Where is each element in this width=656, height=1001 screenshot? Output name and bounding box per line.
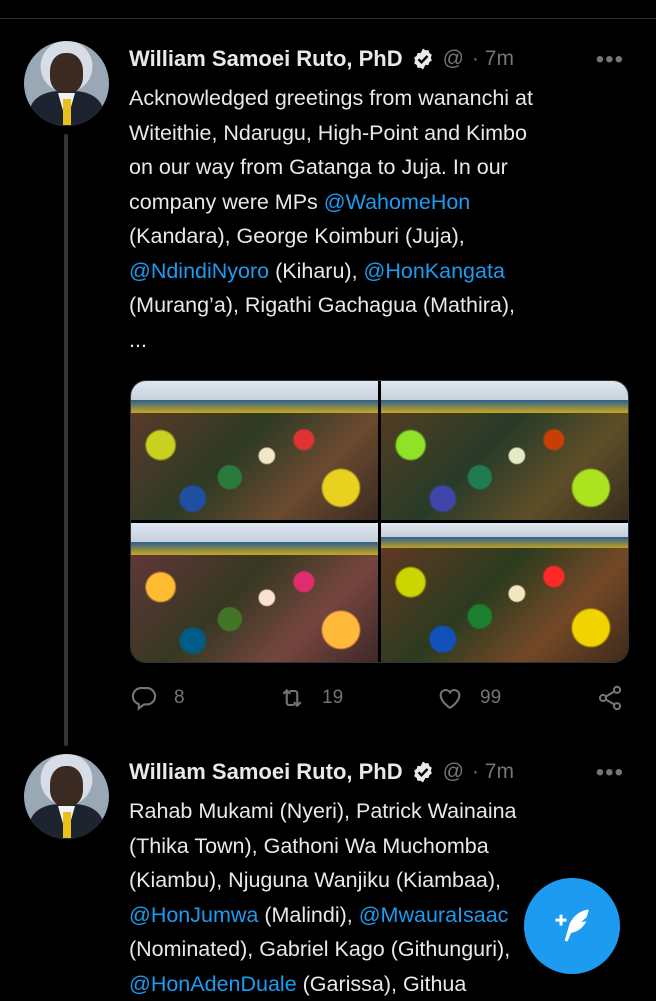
tweet-text-line: Rahab Mukami (Nyeri), Patrick Wainaina xyxy=(129,794,629,829)
verified-badge-icon xyxy=(411,760,435,784)
tweet-text-line: on our way from Gatanga to Juja. In our xyxy=(129,150,629,185)
tweet-text-segment: (Garissa), Githua xyxy=(297,972,467,996)
tweet-text-segment: Witeithie, Ndarugu, High-Point and Kimbo xyxy=(129,121,527,145)
tweet-text-segment: (Thika Town), Gathoni Wa Muchomba xyxy=(129,834,489,858)
tweet-header: William Samoei Ruto, PhD @ · 7m xyxy=(129,755,514,789)
top-divider xyxy=(0,18,656,19)
tweet-text-line: @NdindiNyoro (Kiharu), @HonKangata xyxy=(129,254,629,289)
compose-tweet-icon xyxy=(550,904,594,948)
verified-badge-icon xyxy=(411,47,435,71)
tweet-actions: 8 19 99 xyxy=(130,684,630,716)
retweet-count: 19 xyxy=(322,687,343,709)
tweet-text-segment: Rahab Mukami (Nyeri), Patrick Wainaina xyxy=(129,799,517,823)
tweet-text-segment: (Murang’a), Rigathi Gachagua (Mathira), xyxy=(129,293,515,317)
retweet-button[interactable]: 19 xyxy=(278,684,343,712)
like-button[interactable]: 99 xyxy=(436,684,501,712)
author-handle[interactable]: @ xyxy=(443,760,464,784)
tweet-header: William Samoei Ruto, PhD @ · 7m xyxy=(129,42,514,76)
thread-connector xyxy=(64,134,68,746)
reply-count: 8 xyxy=(174,687,185,709)
media-grid[interactable] xyxy=(130,380,629,663)
tweet-text-segment: (Kiharu), xyxy=(269,259,363,283)
retweet-icon xyxy=(278,684,306,712)
like-count: 99 xyxy=(480,687,501,709)
tweet-text-segment: company were MPs xyxy=(129,190,324,214)
avatar[interactable] xyxy=(24,41,109,126)
tweet-text-line: (Thika Town), Gathoni Wa Muchomba xyxy=(129,829,629,864)
tweet-text-segment: (Kiambu), Njuguna Wanjiku (Kiambaa), xyxy=(129,868,501,892)
tweet-text-line: company were MPs @WahomeHon xyxy=(129,185,629,220)
share-button[interactable] xyxy=(596,684,624,712)
tweet-text-line: Witeithie, Ndarugu, High-Point and Kimbo xyxy=(129,116,629,151)
mention-link[interactable]: @WahomeHon xyxy=(324,190,471,214)
tweet-text-line: (Murang’a), Rigathi Gachagua (Mathira), xyxy=(129,288,629,323)
avatar[interactable] xyxy=(24,754,109,839)
photo-1[interactable] xyxy=(131,381,378,520)
author-name[interactable]: William Samoei Ruto, PhD xyxy=(129,46,403,72)
reply-button[interactable]: 8 xyxy=(130,684,185,712)
tweet-text-segment: (Kandara), George Koimburi (Juja), xyxy=(129,224,465,248)
tweet-text-segment: ... xyxy=(129,328,147,352)
tweet-text-line: @HonAdenDuale (Garissa), Githua xyxy=(129,967,629,1001)
reply-icon xyxy=(130,684,158,712)
more-options-icon[interactable]: ••• xyxy=(596,759,624,787)
tweet-text-line: ... xyxy=(129,323,629,358)
photo-4[interactable] xyxy=(381,523,628,662)
tweet-text: Acknowledged greetings from wananchi at W… xyxy=(129,81,629,357)
mention-link[interactable]: @MwauraIsaac xyxy=(359,903,509,927)
photo-2[interactable] xyxy=(381,381,628,520)
tweet-text-line: Acknowledged greetings from wananchi at xyxy=(129,81,629,116)
photo-3[interactable] xyxy=(131,523,378,662)
mention-link[interactable]: @HonAdenDuale xyxy=(129,972,297,996)
tweet-text-line: (Kandara), George Koimburi (Juja), xyxy=(129,219,629,254)
author-handle[interactable]: @ xyxy=(443,47,464,71)
tweet-time[interactable]: · 7m xyxy=(472,760,514,784)
tweet-text-segment: (Nominated), Gabriel Kago (Githunguri), xyxy=(129,937,510,961)
heart-icon xyxy=(436,684,464,712)
share-icon xyxy=(596,684,624,712)
author-name[interactable]: William Samoei Ruto, PhD xyxy=(129,759,403,785)
mention-link[interactable]: @NdindiNyoro xyxy=(129,259,269,283)
mention-link[interactable]: @HonJumwa xyxy=(129,903,258,927)
tweet-text-segment: (Malindi), xyxy=(258,903,358,927)
tweet-text-segment: Acknowledged greetings from wananchi at xyxy=(129,86,533,110)
more-options-icon[interactable]: ••• xyxy=(596,46,624,74)
mention-link[interactable]: @HonKangata xyxy=(364,259,505,283)
compose-tweet-button[interactable] xyxy=(524,878,620,974)
tweet-time[interactable]: · 7m xyxy=(472,47,514,71)
tweet-text-segment: on our way from Gatanga to Juja. In our xyxy=(129,155,508,179)
